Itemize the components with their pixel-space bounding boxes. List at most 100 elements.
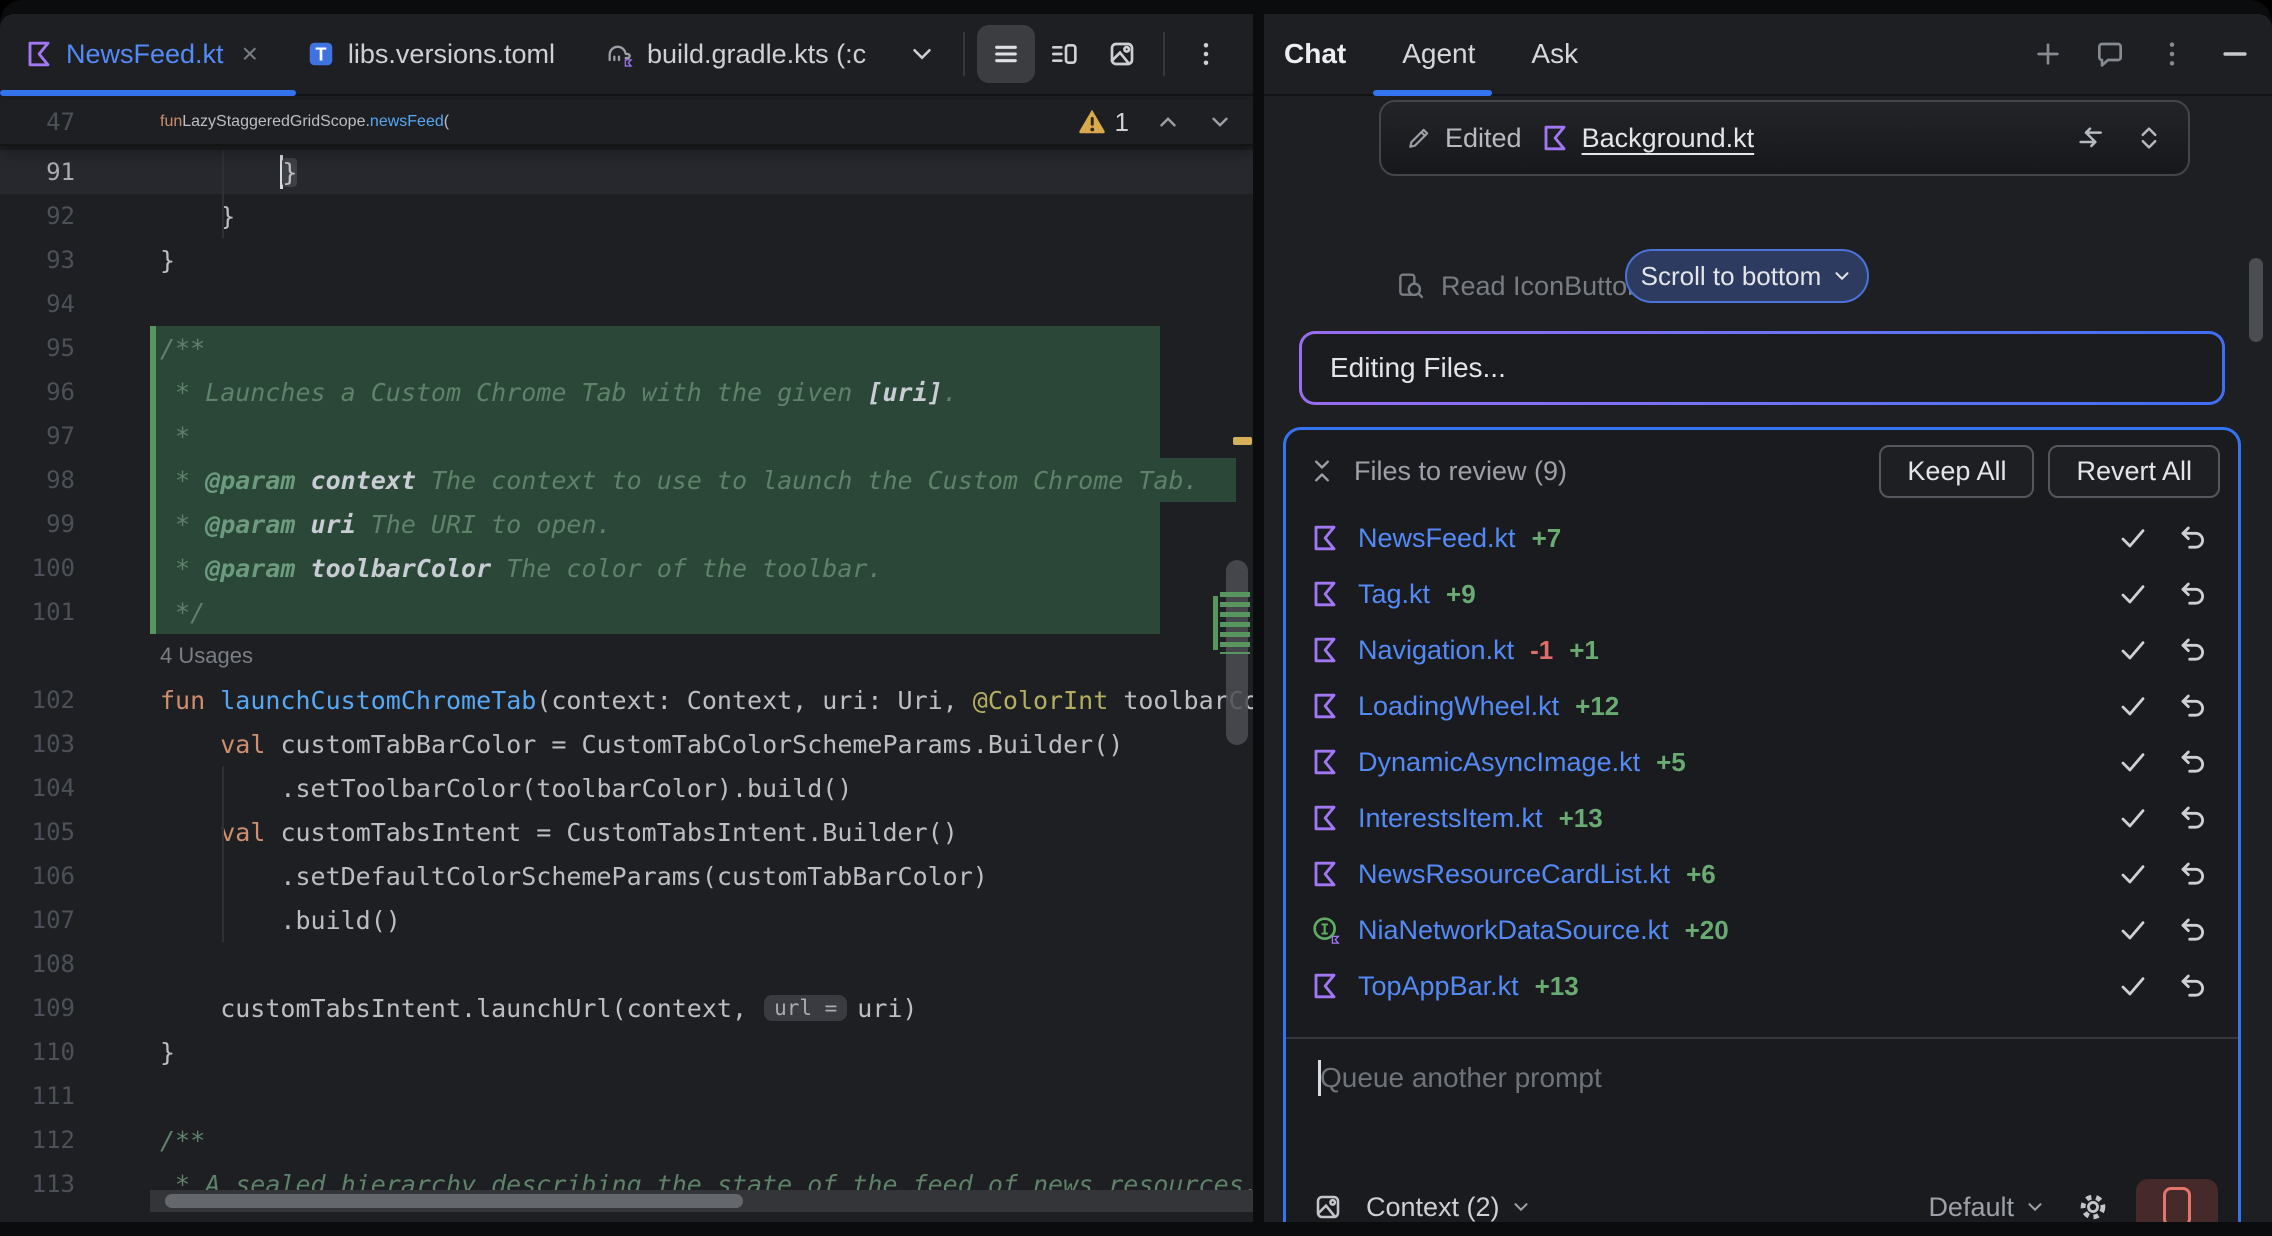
tab-agent[interactable]: Agent (1402, 38, 1475, 70)
keep-file-button[interactable] (2116, 745, 2150, 779)
model-selector[interactable]: Default (1928, 1192, 2014, 1223)
collapse-icon[interactable] (1308, 457, 1336, 485)
code-line-112[interactable]: 112/** (0, 1118, 1253, 1162)
code-line-110[interactable]: 110} (0, 1030, 1253, 1074)
revert-file-button[interactable] (2176, 969, 2210, 1003)
file-link[interactable]: NiaNetworkDataSource.kt (1358, 915, 1669, 946)
expand-collapse-icon[interactable] (2134, 123, 2164, 153)
revert-file-button[interactable] (2176, 745, 2210, 779)
keep-file-button[interactable] (2116, 577, 2150, 611)
horizontal-scroll-thumb[interactable] (165, 1194, 743, 1208)
code-line-92[interactable]: 92 } (0, 194, 1253, 238)
file-link[interactable]: DynamicAsyncImage.kt (1358, 747, 1640, 778)
code-line-97[interactable]: 97 * (0, 414, 1253, 458)
editor-tab-build-gradle-kts-c[interactable]: build.gradle.kts (:c (579, 14, 890, 94)
revert-file-button[interactable] (2176, 633, 2210, 667)
file-link[interactable]: TopAppBar.kt (1358, 971, 1519, 1002)
revert-all-button[interactable]: Revert All (2048, 445, 2220, 498)
edited-file-link[interactable]: Background.kt (1582, 123, 1755, 154)
chat-scrollbar[interactable] (2249, 258, 2263, 342)
file-link[interactable]: InterestsItem.kt (1358, 803, 1543, 834)
file-link[interactable]: Navigation.kt (1358, 635, 1514, 666)
file-link[interactable]: NewsFeed.kt (1358, 523, 1516, 554)
revert-file-button[interactable] (2176, 913, 2210, 947)
file-row[interactable]: DynamicAsyncImage.kt+5 (1286, 734, 2238, 790)
editor-tab-newsfeed-kt[interactable]: NewsFeed.kt× (0, 14, 282, 94)
edited-file-card[interactable]: Edited Background.kt (1379, 100, 2190, 176)
keep-file-button[interactable] (2116, 689, 2150, 723)
file-row[interactable]: NewsFeed.kt+7 (1286, 510, 2238, 566)
code-line-107[interactable]: 107 .build() (0, 898, 1253, 942)
file-row[interactable]: Navigation.kt-1+1 (1286, 622, 2238, 678)
file-link[interactable]: Tag.kt (1358, 579, 1430, 610)
code-view-button[interactable] (977, 25, 1035, 83)
editor-kebab-menu-icon[interactable] (1177, 25, 1235, 83)
stop-button[interactable] (2136, 1179, 2218, 1222)
hide-panel-icon[interactable] (2218, 37, 2252, 71)
keep-file-button[interactable] (2116, 801, 2150, 835)
code-line-111[interactable]: 111 (0, 1074, 1253, 1118)
file-link[interactable]: LoadingWheel.kt (1358, 691, 1559, 722)
keep-file-button[interactable] (2116, 857, 2150, 891)
file-link[interactable]: NewsResourceCardList.kt (1358, 859, 1670, 890)
prompt-input[interactable]: Queue another prompt (1318, 1060, 1602, 1096)
attach-image-icon[interactable] (1312, 1191, 1344, 1222)
tab-list-chevron-icon[interactable] (893, 25, 951, 83)
line-content: .build() (150, 898, 1253, 942)
next-warning-icon[interactable] (1207, 109, 1233, 135)
scroll-to-bottom-button[interactable]: Scroll to bottom (1625, 249, 1869, 303)
code-line-103[interactable]: 103 val customTabBarColor = CustomTabCol… (0, 722, 1253, 766)
editor-horizontal-scrollbar[interactable] (150, 1190, 1253, 1212)
code-line-105[interactable]: 105 val customTabsIntent = CustomTabsInt… (0, 810, 1253, 854)
code-line-102[interactable]: 102fun launchCustomChromeTab(context: Co… (0, 678, 1253, 722)
code-line-91[interactable]: 91 } (0, 150, 1253, 194)
code-line-100[interactable]: 100 * @param toolbarColor The color of t… (0, 546, 1253, 590)
code-line[interactable]: 4 Usages (0, 634, 1253, 678)
revert-file-button[interactable] (2176, 801, 2210, 835)
keep-file-button[interactable] (2116, 633, 2150, 667)
code-editor[interactable]: 91 }92 }93}9495/**96 * Launches a Custom… (0, 150, 1253, 1206)
code-line-109[interactable]: 109 customTabsIntent.launchUrl(context, … (0, 986, 1253, 1030)
code-line-95[interactable]: 95/** (0, 326, 1253, 370)
context-button[interactable]: Context (2) (1366, 1192, 1500, 1223)
code-line-94[interactable]: 94 (0, 282, 1253, 326)
revert-file-button[interactable] (2176, 689, 2210, 723)
file-row[interactable]: LoadingWheel.kt+12 (1286, 678, 2238, 734)
compare-changes-icon[interactable] (2074, 122, 2106, 154)
prev-warning-icon[interactable] (1155, 109, 1181, 135)
keep-file-button[interactable] (2116, 521, 2150, 555)
code-line-96[interactable]: 96 * Launches a Custom Chrome Tab with t… (0, 370, 1253, 414)
close-tab-icon[interactable]: × (242, 38, 258, 70)
chat-kebab-menu-icon[interactable] (2156, 38, 2188, 70)
file-row[interactable]: INiaNetworkDataSource.kt+20 (1286, 902, 2238, 958)
code-line-99[interactable]: 99 * @param uri The URI to open. (0, 502, 1253, 546)
edited-label: Edited (1445, 123, 1522, 154)
code-line-93[interactable]: 93} (0, 238, 1253, 282)
editor-tab-libs-versions-toml[interactable]: Tlibs.versions.toml (282, 14, 579, 94)
history-bubble-icon[interactable] (2094, 38, 2126, 70)
settings-gear-icon[interactable] (2076, 1190, 2110, 1222)
revert-file-button[interactable] (2176, 521, 2210, 555)
line-content: * @param uri The URI to open. (150, 502, 1253, 546)
revert-file-button[interactable] (2176, 857, 2210, 891)
code-line-104[interactable]: 104 .setToolbarColor(toolbarColor).build… (0, 766, 1253, 810)
design-view-button[interactable] (1093, 25, 1151, 83)
tab-ask[interactable]: Ask (1531, 38, 1578, 70)
keep-file-button[interactable] (2116, 913, 2150, 947)
code-line-106[interactable]: 106 .setDefaultColorSchemeParams(customT… (0, 854, 1253, 898)
code-line-98[interactable]: 98 * @param context The context to use t… (0, 458, 1253, 502)
file-row[interactable]: Tag.kt+9 (1286, 566, 2238, 622)
split-view-button[interactable] (1035, 25, 1093, 83)
sticky-code-line[interactable]: 47 fun LazyStaggeredGridScope.newsFeed( … (0, 100, 1253, 146)
scrollbar-diff-bar (1213, 596, 1218, 650)
new-chat-icon[interactable] (2032, 38, 2064, 70)
code-line-108[interactable]: 108 (0, 942, 1253, 986)
keep-all-button[interactable]: Keep All (1879, 445, 2034, 498)
code-line-101[interactable]: 101 */ (0, 590, 1253, 634)
file-row[interactable]: TopAppBar.kt+13 (1286, 958, 2238, 1014)
revert-file-button[interactable] (2176, 577, 2210, 611)
inspection-widget[interactable]: 1 (1077, 107, 1253, 138)
file-row[interactable]: InterestsItem.kt+13 (1286, 790, 2238, 846)
file-row[interactable]: NewsResourceCardList.kt+6 (1286, 846, 2238, 902)
keep-file-button[interactable] (2116, 969, 2150, 1003)
